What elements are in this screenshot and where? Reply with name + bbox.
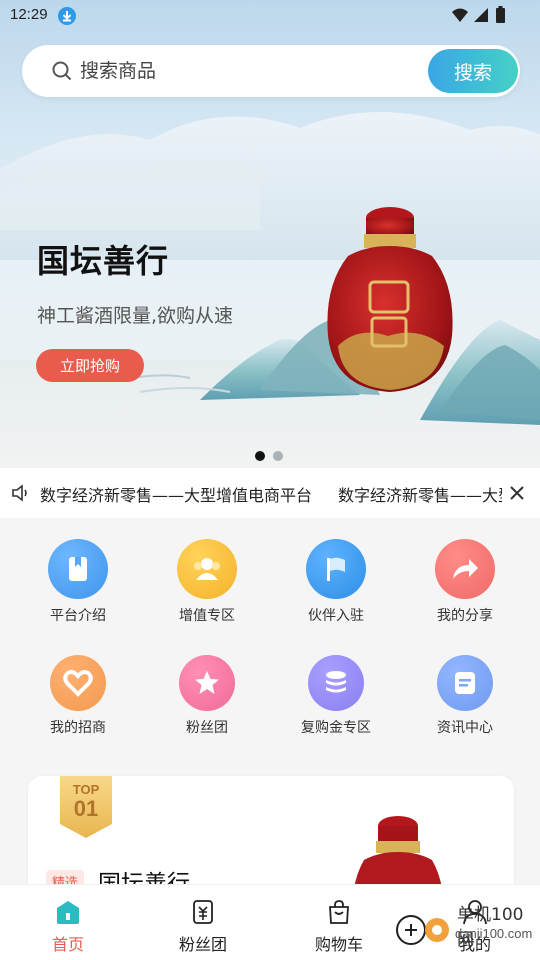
search-bar: 搜索 (22, 45, 520, 97)
share-icon (435, 539, 495, 599)
nav-label: 粉丝团 (178, 935, 227, 954)
nav-label: 购物车 (314, 935, 363, 954)
nav-label: 首页 (51, 935, 84, 954)
menu-item-label: 复购金专区 (301, 720, 371, 736)
nav-cart[interactable]: 购物车 (294, 899, 384, 955)
users-icon (177, 539, 237, 599)
carousel-indicator (255, 446, 291, 465)
status-icons (452, 6, 505, 23)
coins-stack-icon (308, 655, 364, 711)
menu-item-my-merchants[interactable]: 我的招商 (28, 655, 128, 737)
menu-item-value-zone[interactable]: 增值专区 (157, 539, 257, 625)
buy-now-button[interactable]: 立即抢购 (36, 349, 144, 382)
badge-rank: 01 (73, 796, 99, 821)
watermark-url: danji100.com (455, 926, 533, 941)
notice-item: 数字经济新零售——大型增值电商平台 (40, 486, 313, 505)
search-input[interactable] (80, 56, 410, 86)
status-time: 12:29 (10, 6, 48, 23)
liquor-bottle-image (327, 207, 453, 392)
notice-item: 数字经济新零售——大型增值电商平台 (338, 486, 502, 505)
carousel-dot[interactable] (255, 451, 265, 461)
feature-grid: 平台介绍 增值专区 伙伴入驻 我的分享 我的招商 粉丝团 复购金专区 资讯中心 (0, 518, 540, 763)
menu-item-label: 增值专区 (179, 608, 235, 624)
menu-item-label: 我的分享 (437, 608, 493, 624)
speaker-icon (12, 484, 27, 502)
heart-hands-icon (50, 655, 106, 711)
notice-marquee[interactable]: 数字经济新零售——大型增值电商平台 数字经济新零售——大型增值电商平台 (40, 482, 502, 506)
carousel-dot[interactable] (273, 451, 283, 461)
search-icon (52, 61, 72, 81)
watermark-logo (396, 915, 449, 945)
search-button[interactable]: 搜索 (428, 49, 518, 93)
book-icon (48, 539, 108, 599)
status-bar: 12:29 (0, 0, 540, 32)
news-icon (437, 655, 493, 711)
menu-item-label: 平台介绍 (50, 608, 106, 624)
cart-icon (329, 900, 349, 924)
nav-home[interactable]: 首页 (23, 899, 113, 955)
home-icon (57, 901, 79, 924)
flag-icon (306, 539, 366, 599)
badge-top-label: TOP (72, 782, 100, 797)
menu-item-repurchase-zone[interactable]: 复购金专区 (286, 655, 386, 737)
menu-item-news-center[interactable]: 资讯中心 (415, 655, 515, 737)
download-icon (58, 7, 76, 25)
hero-banner[interactable]: 12:29 搜索 国坛善行 神工酱酒限量,欲购从速 立即抢购 (0, 0, 540, 468)
menu-item-label: 资讯中心 (437, 720, 493, 736)
close-icon[interactable] (506, 482, 528, 504)
menu-item-label: 伙伴入驻 (308, 608, 364, 624)
fans-icon (193, 900, 213, 924)
menu-item-fans-club[interactable]: 粉丝团 (157, 655, 257, 737)
menu-item-my-share[interactable]: 我的分享 (415, 539, 515, 625)
star-icon (179, 655, 235, 711)
menu-item-label: 我的招商 (50, 720, 106, 736)
menu-item-partner-join[interactable]: 伙伴入驻 (286, 539, 386, 625)
banner-subtitle: 神工酱酒限量,欲购从速 (37, 305, 234, 327)
menu-item-platform-intro[interactable]: 平台介绍 (28, 539, 128, 625)
notice-bar: 数字经济新零售——大型增值电商平台 数字经济新零售——大型增值电商平台 (0, 468, 540, 518)
banner-title: 国坛善行 (37, 242, 170, 280)
watermark-text: 单机100网 (457, 905, 524, 950)
nav-fans[interactable]: 粉丝团 (158, 899, 248, 955)
site-watermark: 单机100网 danji100.com (395, 894, 535, 954)
menu-item-label: 粉丝团 (186, 720, 228, 736)
